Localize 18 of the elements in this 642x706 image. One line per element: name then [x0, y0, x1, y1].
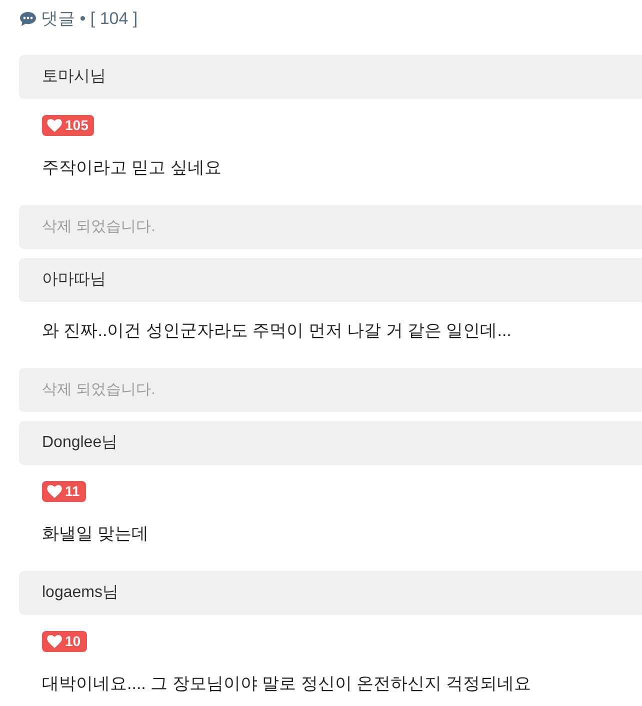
heart-icon [47, 635, 62, 648]
deleted-notice: 삭제 되었습니다. [19, 205, 642, 249]
comment-text: 화낼일 맞는데 [41, 523, 150, 545]
comment-text: 와 진짜..이건 성인군자라도 주먹이 먼저 나갈 거 같은 일인데... [41, 320, 512, 342]
comment-author: 토마시님 [19, 55, 642, 99]
heart-icon [47, 485, 62, 498]
like-count-badge: 11 [42, 481, 86, 502]
comment-count-heading: 댓글 • [ 104 ] [41, 8, 138, 30]
heart-icon [47, 119, 62, 132]
comment-author: logaems님 [19, 571, 642, 615]
comment-author: Donglee님 [19, 421, 642, 465]
like-count-badge: 10 [42, 631, 87, 652]
comment-text: 대박이네요.... 그 장모님이야 말로 정신이 온전하신지 걱정되네요 [41, 673, 532, 695]
deleted-notice: 삭제 되었습니다. [19, 368, 642, 412]
speech-bubble-icon [19, 11, 37, 27]
comment-author: 아마따님 [19, 258, 642, 302]
like-count-badge: 105 [42, 115, 94, 136]
comment-text: 주작이라고 믿고 싶네요 [41, 157, 222, 179]
